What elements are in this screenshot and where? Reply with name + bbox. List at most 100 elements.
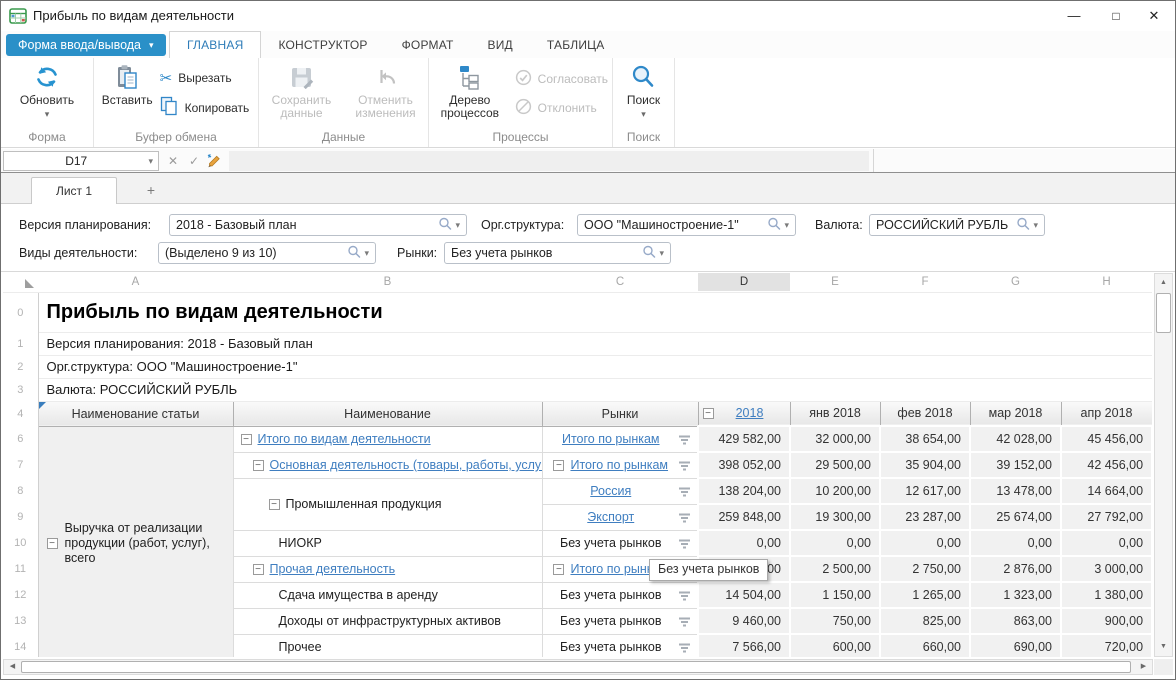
value-cell[interactable]: 259 848,00 xyxy=(698,504,790,530)
value-cell[interactable]: 38 654,00 xyxy=(880,426,970,452)
value-cell[interactable]: 32 000,00 xyxy=(790,426,880,452)
info-cell-currency[interactable]: Валюта: РОССИЙСКИЙ РУБЛЬ xyxy=(38,378,1152,401)
cell-name[interactable]: −Итого по видам деятельности xyxy=(233,426,542,452)
chevron-down-icon[interactable]: ▾ xyxy=(452,220,466,231)
value-cell[interactable]: 39 152,00 xyxy=(970,452,1061,478)
collapse-icon[interactable]: − xyxy=(553,564,564,575)
collapse-icon[interactable]: − xyxy=(553,460,564,471)
horizontal-scrollbar[interactable]: ◀ ▶ xyxy=(3,659,1153,675)
value-cell[interactable]: 1 323,00 xyxy=(970,582,1061,608)
search-icon[interactable] xyxy=(767,217,781,234)
value-cell[interactable]: 7 566,00 xyxy=(698,634,790,657)
scroll-down-icon[interactable]: ▼ xyxy=(1155,639,1172,655)
name-link[interactable]: Итого по видам деятельности xyxy=(258,432,431,446)
value-cell[interactable]: 2 750,00 xyxy=(880,556,970,582)
formula-input[interactable] xyxy=(229,151,869,171)
value-cell[interactable]: 12 617,00 xyxy=(880,478,970,504)
scroll-up-icon[interactable]: ▲ xyxy=(1155,275,1172,291)
row-number[interactable]: 3 xyxy=(3,378,38,401)
cell-market[interactable]: Без учета рынков xyxy=(542,634,698,657)
cell-article-total[interactable]: −Выручка от реализации продукции (работ,… xyxy=(38,426,233,657)
column-header-g[interactable]: G xyxy=(970,273,1061,291)
cell-market[interactable]: Итого по рынкам xyxy=(542,426,698,452)
value-cell[interactable]: 1 265,00 xyxy=(880,582,970,608)
market-link[interactable]: Итого по рынкам xyxy=(562,432,660,446)
process-tree-button[interactable]: Дерево процессов xyxy=(432,58,508,120)
filter-icon[interactable] xyxy=(678,485,691,503)
value-cell[interactable]: 429 582,00 xyxy=(698,426,790,452)
edit-formula-icon[interactable] xyxy=(205,153,223,173)
value-cell[interactable]: 42 456,00 xyxy=(1061,452,1152,478)
column-header-b[interactable]: B xyxy=(233,273,542,291)
value-cell[interactable]: 660,00 xyxy=(880,634,970,657)
search-button[interactable]: Поиск ▾ xyxy=(627,58,660,120)
filter-icon[interactable] xyxy=(678,459,691,477)
header-month-mar[interactable]: мар 2018 xyxy=(970,401,1061,426)
row-number[interactable]: 10 xyxy=(3,530,38,556)
value-cell[interactable]: 23 287,00 xyxy=(880,504,970,530)
vertical-scrollbar[interactable]: ▲ ▼ xyxy=(1154,273,1173,657)
value-cell[interactable]: 9 460,00 xyxy=(698,608,790,634)
value-cell[interactable]: 35 904,00 xyxy=(880,452,970,478)
value-cell[interactable]: 0,00 xyxy=(698,530,790,556)
collapse-icon[interactable]: − xyxy=(703,408,714,419)
filter-icon[interactable] xyxy=(678,641,691,657)
header-month-apr[interactable]: апр 2018 xyxy=(1061,401,1152,426)
confirm-formula-icon[interactable]: ✓ xyxy=(185,151,203,171)
value-cell[interactable]: 13 478,00 xyxy=(970,478,1061,504)
chevron-down-icon[interactable]: ▾ xyxy=(781,220,795,231)
scroll-left-icon[interactable]: ◀ xyxy=(5,660,20,674)
tab-vid[interactable]: ВИД xyxy=(471,31,530,58)
maximize-button[interactable]: □ xyxy=(1099,1,1133,31)
search-icon[interactable] xyxy=(438,217,452,234)
filter-icon[interactable] xyxy=(678,511,691,529)
row-number[interactable]: 11 xyxy=(3,556,38,582)
name-link[interactable]: Основная деятельность (товары, работы, у… xyxy=(270,458,543,472)
row-number[interactable]: 7 xyxy=(3,452,38,478)
collapse-icon[interactable]: − xyxy=(253,460,264,471)
year-link[interactable]: 2018 xyxy=(714,406,786,420)
filter-icon[interactable] xyxy=(678,537,691,555)
collapse-icon[interactable]: − xyxy=(269,499,280,510)
cell-market[interactable]: Без учета рынков xyxy=(542,608,698,634)
value-cell[interactable]: 27 792,00 xyxy=(1061,504,1152,530)
filter-icon[interactable] xyxy=(678,589,691,607)
close-button[interactable]: ✕ xyxy=(1137,1,1171,31)
value-cell[interactable]: 0,00 xyxy=(970,530,1061,556)
scroll-right-icon[interactable]: ▶ xyxy=(1136,660,1151,674)
value-cell[interactable]: 0,00 xyxy=(1061,530,1152,556)
paste-button[interactable]: Вставить xyxy=(102,58,153,107)
cell-market[interactable]: Без учета рынков xyxy=(542,530,698,556)
cell-market[interactable]: Россия xyxy=(542,478,698,504)
row-number[interactable]: 0 xyxy=(3,293,38,332)
tab-konstruktor[interactable]: КОНСТРУКТОР xyxy=(261,31,384,58)
cell-market[interactable]: Экспорт xyxy=(542,504,698,530)
cell-reference-box[interactable]: D17 ▾ xyxy=(3,151,159,171)
chevron-down-icon[interactable]: ▾ xyxy=(641,109,646,120)
market-link[interactable]: Экспорт xyxy=(587,510,634,524)
column-header-h[interactable]: H xyxy=(1061,273,1152,291)
tab-glavnaya[interactable]: ГЛАВНАЯ xyxy=(169,31,261,58)
value-cell[interactable]: 42 028,00 xyxy=(970,426,1061,452)
value-cell[interactable]: 10 200,00 xyxy=(790,478,880,504)
filter-icon[interactable] xyxy=(678,433,691,451)
chevron-down-icon[interactable]: ▾ xyxy=(45,109,50,120)
info-cell-orgstructure[interactable]: Орг.структура: ООО "Машиностроение-1" xyxy=(38,355,1152,378)
copy-button[interactable]: Копировать xyxy=(160,96,250,120)
value-cell[interactable]: 25 674,00 xyxy=(970,504,1061,530)
cell-name[interactable]: НИОКР xyxy=(233,530,542,556)
column-header-a[interactable]: A xyxy=(38,273,233,291)
row-number[interactable]: 6 xyxy=(3,426,38,452)
cell-name[interactable]: Доходы от инфраструктурных активов xyxy=(233,608,542,634)
filter-input-orgstructure[interactable]: ООО "Машиностроение-1" ▾ xyxy=(577,214,796,236)
row-number[interactable]: 13 xyxy=(3,608,38,634)
search-icon[interactable] xyxy=(642,245,656,262)
column-header-d[interactable]: D xyxy=(698,273,790,291)
cell-market[interactable]: Без учета рынков xyxy=(542,582,698,608)
header-name[interactable]: Наименование xyxy=(233,401,542,426)
value-cell[interactable]: 720,00 xyxy=(1061,634,1152,657)
value-cell[interactable]: 2 876,00 xyxy=(970,556,1061,582)
cut-button[interactable]: ✂ Вырезать xyxy=(160,69,250,87)
filter-icon[interactable] xyxy=(678,615,691,633)
report-title-cell[interactable]: Прибыль по видам деятельности xyxy=(38,293,1152,332)
